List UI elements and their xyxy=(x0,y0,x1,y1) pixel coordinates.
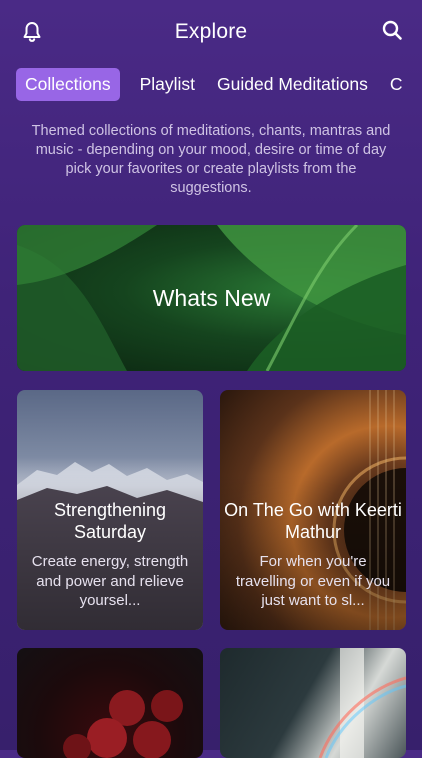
roses-image xyxy=(63,690,183,758)
on-the-go-title: On The Go with Keerti Mathur xyxy=(224,500,402,542)
top-bar: Explore xyxy=(0,0,422,64)
strengthening-title: Strengthening Saturday xyxy=(53,500,167,542)
category-tabs: Collections Playlist Guided Meditations C xyxy=(16,68,422,102)
light-beams-image xyxy=(318,648,406,758)
tab-guided-meditations[interactable]: Guided Meditations xyxy=(217,74,368,95)
search-icon[interactable] xyxy=(380,18,404,42)
tab-next-partial[interactable]: C xyxy=(390,74,403,95)
on-the-go-description: For when you're travelling or even if yo… xyxy=(235,553,391,609)
whats-new-card[interactable]: Whats New xyxy=(17,225,406,371)
tab-playlist[interactable]: Playlist xyxy=(140,74,195,95)
page-title: Explore xyxy=(174,20,248,43)
roses-card[interactable] xyxy=(17,648,203,758)
tab-collections[interactable]: Collections xyxy=(16,68,120,101)
light-card[interactable] xyxy=(220,648,406,758)
whats-new-title: Whats New xyxy=(152,285,271,311)
collections-intro: Themed collections of meditations, chant… xyxy=(31,123,391,196)
on-the-go-card[interactable]: On The Go with Keerti Mathur For when yo… xyxy=(220,390,406,630)
strengthening-description: Create energy, strength and power and re… xyxy=(31,553,189,609)
strengthening-saturday-card[interactable]: Strengthening Saturday Create energy, st… xyxy=(17,390,203,630)
